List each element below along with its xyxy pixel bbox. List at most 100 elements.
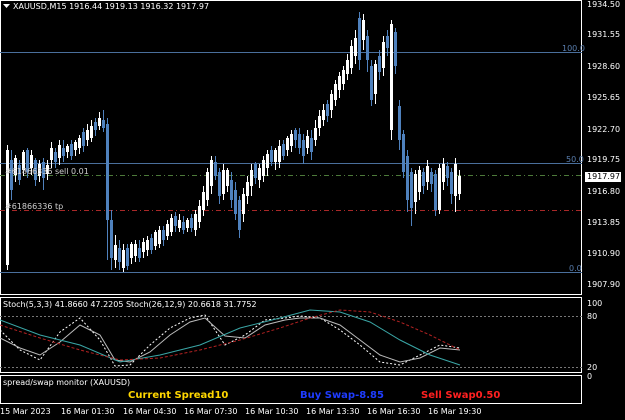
candle-body [426,166,429,182]
candle-body [402,134,405,172]
price-tick: 1916.80 [587,187,621,196]
candle-body [102,120,105,128]
current-spread-label: Current Spread [128,390,215,401]
price-tick: 1928.60 [587,62,621,71]
candle-body [302,140,305,156]
stoch-lines-group [0,309,461,367]
stoch-axis-tick: 20 [587,363,598,372]
candle-body [326,104,329,116]
candle-body [54,152,57,162]
candle-body [282,144,285,156]
candle-body [206,172,209,200]
candle-body [386,36,389,48]
candle-body [154,232,157,246]
stoch-legend: Stoch(5,3,3) 41.8660 47.2205 Stoch(26,12… [3,300,257,309]
candle-body [202,192,205,210]
candle-body [370,66,373,100]
candle-body [226,170,229,186]
candle-body [150,238,153,250]
sell-order-label[interactable]: #61866336 sell 0.01 [5,167,89,176]
candle-body [314,128,317,140]
candle-body [266,154,269,168]
candle-body [66,146,69,152]
triangle-down-icon[interactable] [3,4,10,8]
candle-body [406,156,409,200]
candle-body [342,70,345,84]
candle-body [366,36,369,60]
candle-body [430,172,433,184]
candle-body [354,38,357,56]
candle-body [134,244,137,256]
candle-body [166,224,169,236]
sell-swap-label: Sell Swap [421,390,476,401]
price-tick: 1913.85 [587,218,621,227]
candle-body [262,160,265,176]
stoch-fast-signal [0,317,461,363]
candle-body [174,216,177,226]
time-tick: 16 Mar 10:30 [245,407,299,416]
candle-body [130,244,133,258]
current-price-flag: 1917.97 [585,172,621,182]
candle-body [454,164,457,196]
stoch-axis-tick: 0 [587,372,593,381]
candle-body [286,138,289,150]
candle-body [98,118,101,126]
time-tick: 16 Mar 01:30 [61,407,115,416]
price-tick: 1925.65 [587,93,621,102]
candle-body [358,18,361,60]
candle-body [450,172,453,194]
candle-body [74,142,77,150]
candle-body [422,172,425,186]
time-tick: 16 Mar 13:30 [306,407,360,416]
sell-swap: Sell Swap0.50 [421,390,500,401]
candle-body [218,172,221,196]
price-tick: 1934.50 [587,0,621,9]
ohlc-values: 1916.44 1919.13 1916.32 1917.97 [69,2,210,11]
fib-100-label: 100.0 [562,44,585,53]
candle-body [190,218,193,228]
buy-swap-value: -8.85 [355,390,384,401]
candle-body [198,206,201,222]
stoch-axis-tick: 100 [587,299,603,308]
candle-body [122,250,125,268]
sell-swap-value: 0.50 [475,390,501,401]
candle-body [458,176,461,194]
tp-order-label[interactable]: #61866336 tp [5,202,63,211]
candle-body [382,42,385,68]
buy-swap: Buy Swap-8.85 [300,390,384,401]
candle-body [230,180,233,200]
fib-50-label: 50.0 [566,155,584,164]
candle-body [62,148,65,156]
candle-body [390,24,393,130]
candles-group [6,12,461,272]
candle-body [242,194,245,214]
candle-body [330,94,333,110]
candle-body [334,84,337,100]
candle-body [126,248,129,266]
candle-body [274,150,277,162]
candle-body [138,248,141,258]
candle-body [182,222,185,230]
candle-body [246,182,249,196]
candle-body [110,220,113,258]
price-tick: 1910.90 [587,249,621,258]
candle-body [294,130,297,140]
candle-body [222,170,225,194]
candle-body [258,168,261,180]
candle-body [278,146,281,162]
candle-body [238,200,241,230]
candle-body [418,170,421,192]
price-chart[interactable] [0,0,625,420]
candle-body [442,164,445,182]
candle-body [178,220,181,228]
candle-body [82,132,85,146]
stoch-axis-tick: 80 [587,312,598,321]
price-tick: 1919.75 [587,155,621,164]
candle-body [90,126,93,138]
candle-body [398,106,401,140]
price-tick: 1931.55 [587,30,621,39]
candle-body [254,164,257,178]
candle-body [394,32,397,66]
candle-body [58,145,61,158]
candle-body [234,190,237,214]
